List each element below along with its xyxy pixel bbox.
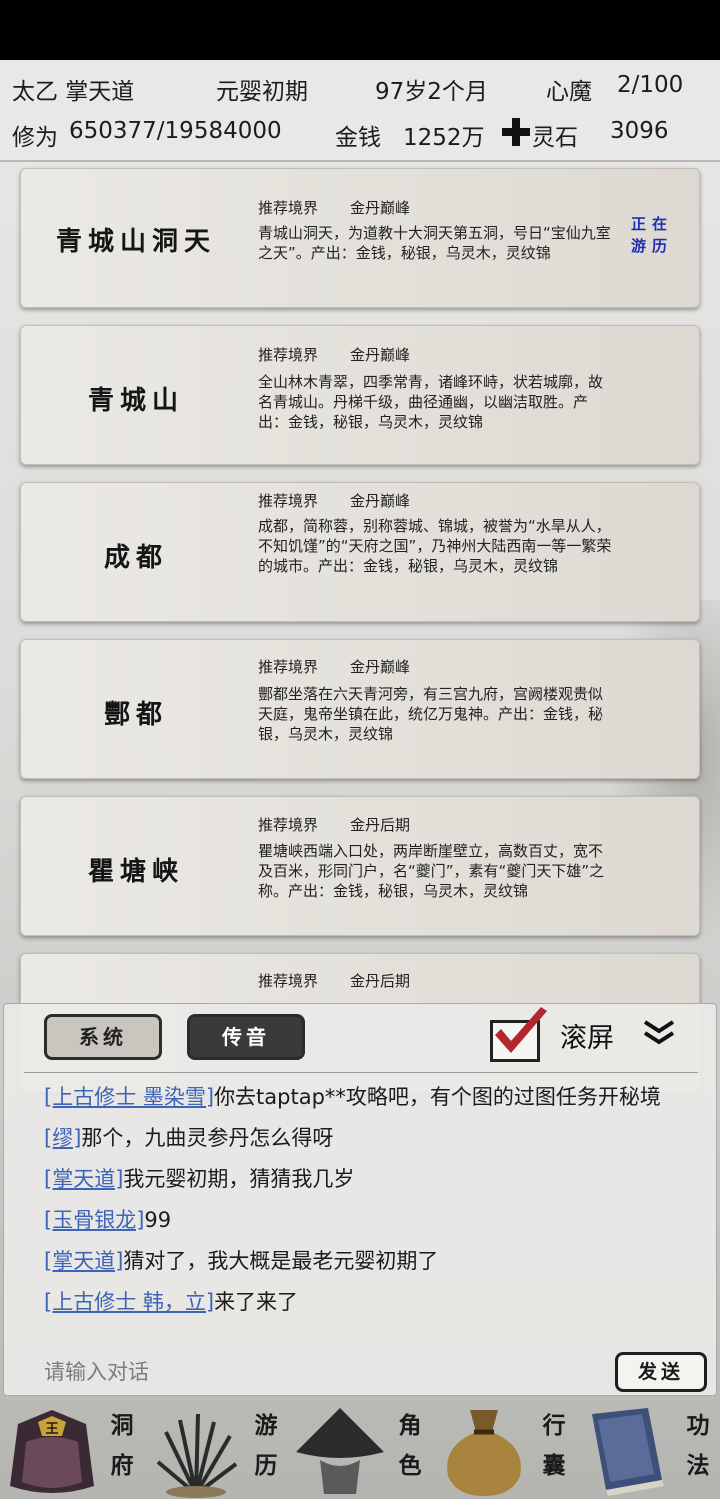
chat-message: [掌天道]猜对了，我大概是最老元婴初期了 [44, 1246, 684, 1276]
recommended-realm-label: 推荐境界 [258, 199, 319, 217]
recommended-realm: 推荐境界 金丹后期 [258, 814, 410, 835]
send-button[interactable]: 发送 [615, 1352, 707, 1392]
recommended-realm-value: 金丹巅峰 [350, 346, 411, 364]
message-sender-link[interactable]: [上古修士 韩，立] [44, 1290, 214, 1314]
system-status-bar [0, 0, 720, 60]
location-name: 青城山洞天 [55, 227, 216, 257]
location-description: 瞿塘峡西端入口处，两岸断崖壁立，高数百丈，宽不及百米，形同门户，名“夔门”，素有… [258, 842, 605, 900]
character-hat-icon [296, 1408, 384, 1494]
message-text: 你去taptap**攻略吧，有个图的过图任务开秘境 [214, 1085, 661, 1109]
collapse-chevron-icon[interactable] [641, 1018, 677, 1048]
nav-bag[interactable]: 行囊 [432, 1398, 576, 1499]
cultivation-value: 650377/19584000 [69, 118, 282, 144]
recommended-realm-value: 金丹巅峰 [350, 492, 411, 510]
message-sender-link[interactable]: [玉骨银龙] [44, 1208, 144, 1232]
message-sender-link[interactable]: [上古修士 墨染雪] [44, 1085, 214, 1109]
nav-bag-label: 行囊 [542, 1412, 566, 1479]
chat-panel: 系统 传音 滚屏 [上古修士 墨染雪]你去taptap**攻略吧，有个图的过图任… [3, 1003, 717, 1396]
chat-message-list: [上古修士 墨染雪]你去taptap**攻略吧，有个图的过图任务开秘境 [缪]那… [44, 1082, 684, 1328]
nav-skills-label: 功法 [686, 1412, 710, 1479]
location-description: 成都，简称蓉，别称蓉城、锦城，被誉为“水旱从人，不知饥馑”的“天府之国”，乃神州… [258, 517, 612, 575]
chat-divider [24, 1072, 698, 1073]
tab-message[interactable]: 传音 [187, 1014, 305, 1060]
nav-character[interactable]: 角色 [288, 1398, 432, 1499]
location-card-qingchengshan[interactable]: 青城山 推荐境界 金丹巅峰 全山林木青翠，四季常青，诸峰环峙，状若城廓，故名青城山… [20, 325, 700, 465]
recommended-realm-value: 金丹巅峰 [350, 199, 411, 217]
nav-skills[interactable]: 功法 [576, 1398, 720, 1499]
travel-grass-icon [156, 1413, 238, 1498]
chat-message: [上古修士 韩，立]来了来了 [44, 1287, 684, 1317]
auto-scroll-label: 滚屏 [560, 1023, 614, 1054]
chat-message: [缪]那个，九曲灵参丹怎么得呀 [44, 1123, 684, 1153]
message-text: 那个，九曲灵参丹怎么得呀 [81, 1126, 334, 1150]
chat-input[interactable] [44, 1354, 604, 1390]
recommended-realm-label: 推荐境界 [258, 658, 319, 676]
message-text: 来了来了 [214, 1290, 299, 1314]
recommended-realm-label: 推荐境界 [258, 816, 319, 834]
location-name: 成都 [103, 543, 168, 573]
recommended-realm: 推荐境界 金丹巅峰 [258, 490, 410, 511]
location-description: 全山林木青翠，四季常青，诸峰环峙，状若城廓，故名青城山。丹梯千级，曲径通幽，以幽… [258, 373, 604, 431]
chat-message: [掌天道]我元婴初期，猜猜我几岁 [44, 1164, 684, 1194]
cave-pouch-icon: 王 [10, 1410, 94, 1493]
skills-book-icon [592, 1408, 664, 1496]
location-card-fengdu[interactable]: 酆都 推荐境界 金丹巅峰 酆都坐落在六天青河旁，有三宫九府，宫阙楼观贵似天庭，鬼帝… [20, 639, 700, 779]
location-description: 酆都坐落在六天青河旁，有三宫九府，宫阙楼观贵似天庭，鬼帝坐镇在此，统亿万鬼神。产… [258, 685, 604, 743]
player-status-panel: 太乙 掌天道 元婴初期 97岁2个月 心魔 2/100 修为 650377/19… [0, 60, 720, 162]
location-card-chengdu[interactable]: 成都 推荐境界 金丹巅峰 成都，简称蓉，别称蓉城、锦城，被誉为“水旱从人，不知饥馑… [20, 482, 700, 622]
recommended-realm-label: 推荐境界 [258, 346, 319, 364]
player-name: 太乙 掌天道 [12, 79, 135, 105]
cave-icon-glyph: 王 [45, 1422, 58, 1437]
message-sender-link[interactable]: [缪] [44, 1126, 81, 1150]
bottom-navigation: 王 洞府 游历 角色 行囊 功法 [0, 1398, 720, 1499]
message-sender-link[interactable]: [掌天道] [44, 1249, 123, 1273]
money-value: 1252万 [403, 125, 485, 151]
message-text: 猜对了，我大概是最老元婴初期了 [123, 1249, 439, 1273]
nav-cave[interactable]: 王 洞府 [0, 1398, 144, 1499]
recommended-realm-label: 推荐境界 [258, 492, 319, 510]
location-name: 青城山 [87, 386, 184, 416]
money-label: 金钱 [335, 125, 381, 151]
nav-cave-label: 洞府 [110, 1412, 134, 1479]
message-text: 99 [144, 1208, 172, 1232]
spirit-stone-value: 3096 [610, 118, 669, 144]
bag-sack-icon [447, 1410, 521, 1496]
recommended-realm: 推荐境界 金丹巅峰 [258, 197, 410, 218]
chat-message: [玉骨银龙]99 [44, 1205, 684, 1235]
location-name: 瞿塘峡 [87, 857, 184, 887]
recommended-realm-value: 金丹后期 [350, 816, 411, 834]
location-card-qutangxia[interactable]: 瞿塘峡 推荐境界 金丹后期 瞿塘峡西端入口处，两岸断崖壁立，高数百丈，宽不及百米，… [20, 796, 700, 936]
recommended-realm: 推荐境界 金丹巅峰 [258, 656, 410, 677]
nav-travel-label: 游历 [254, 1412, 278, 1479]
recommended-realm-label: 推荐境界 [258, 972, 319, 990]
location-card-qingchengshan-dongtian[interactable]: 青城山洞天 推荐境界 金丹巅峰 青城山洞天，为道教十大洞天第五洞，号日“宝仙九室之… [20, 168, 700, 308]
player-age: 97岁2个月 [375, 79, 488, 105]
recommended-realm-value: 金丹后期 [350, 972, 411, 990]
player-realm: 元婴初期 [216, 79, 308, 105]
recommended-realm: 推荐境界 金丹巅峰 [258, 344, 410, 365]
cultivation-label: 修为 [12, 125, 58, 151]
recommended-realm-value: 金丹巅峰 [350, 658, 411, 676]
inner-demon-value: 2/100 [617, 72, 684, 98]
recommended-realm: 推荐境界 金丹后期 [258, 970, 410, 991]
location-description: 青城山洞天，为道教十大洞天第五洞，号日“宝仙九室之天”。产出：金钱，秘银，乌灵木… [258, 224, 611, 262]
message-text: 我元婴初期，猜猜我几岁 [123, 1167, 355, 1191]
message-sender-link[interactable]: [掌天道] [44, 1167, 123, 1191]
nav-character-label: 角色 [398, 1412, 422, 1479]
chat-message: [上古修士 墨染雪]你去taptap**攻略吧，有个图的过图任务开秘境 [44, 1082, 684, 1112]
nav-travel[interactable]: 游历 [144, 1398, 288, 1499]
inner-demon-label: 心魔 [546, 79, 592, 105]
spirit-stone-icon [502, 118, 530, 146]
auto-scroll-checkbox[interactable] [490, 1007, 547, 1062]
spirit-stone-label: 灵石 [532, 125, 578, 151]
checkmark-icon [495, 1007, 547, 1053]
tab-system[interactable]: 系统 [44, 1014, 162, 1060]
location-name: 酆都 [103, 700, 168, 730]
traveling-badge: 正在游历 [631, 215, 674, 255]
